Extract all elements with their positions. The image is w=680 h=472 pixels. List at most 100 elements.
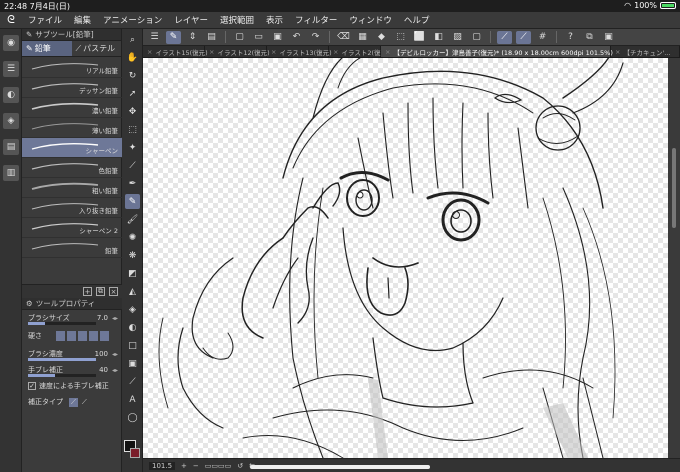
brush-item[interactable]: リアル鉛筆: [22, 58, 122, 78]
drawing-canvas[interactable]: [143, 58, 668, 458]
menu-file[interactable]: ファイル: [22, 14, 68, 26]
correction-type-row[interactable]: 補正タイプ ⟋ ⟋: [22, 394, 122, 410]
menu-animation[interactable]: アニメーション: [97, 14, 168, 26]
eraser-icon[interactable]: ◩: [125, 266, 140, 281]
menu-edit[interactable]: 編集: [68, 14, 97, 26]
eyedropper-icon[interactable]: ⟋: [125, 158, 140, 173]
undo-icon[interactable]: ↶: [289, 31, 304, 44]
fill-icon[interactable]: ◈: [125, 302, 140, 317]
brush-item[interactable]: 入り抜き鉛筆: [22, 198, 122, 218]
selection-icon[interactable]: ⬚: [125, 122, 140, 137]
material-icon[interactable]: ◈: [3, 113, 19, 129]
zoom-value[interactable]: 101.5: [149, 461, 176, 470]
menu-lines-icon[interactable]: ☰: [147, 31, 162, 44]
ruler-icon[interactable]: ⟋: [125, 374, 140, 389]
copy-subtool-icon[interactable]: ⧉: [96, 287, 105, 296]
doc-tab-active[interactable]: × 【デビルロッカー】津島善子(復元)* (18.90 x 18.00cm 600…: [381, 46, 613, 57]
delete-icon[interactable]: ▦: [355, 31, 370, 44]
menu-filter[interactable]: フィルター: [289, 14, 343, 26]
add-subtool-icon[interactable]: +: [83, 287, 92, 296]
navigator-icon[interactable]: ◐: [3, 87, 19, 103]
rotate-icon[interactable]: ↻: [125, 68, 140, 83]
brush-item[interactable]: 鉛筆: [22, 238, 122, 258]
close-icon[interactable]: ×: [147, 48, 152, 56]
decoration-icon[interactable]: ❋: [125, 248, 140, 263]
balloon-icon[interactable]: ◯: [125, 410, 140, 425]
figure-icon[interactable]: □: [125, 338, 140, 353]
close-icon[interactable]: ×: [271, 48, 276, 56]
brush-item-selected[interactable]: シャーペン: [22, 138, 122, 158]
menu-view[interactable]: 表示: [260, 14, 289, 26]
tab-pastel[interactable]: ⟋ パステル: [71, 41, 121, 56]
brush-icon[interactable]: 🖌: [125, 212, 140, 227]
vertical-scrollbar[interactable]: [668, 58, 680, 458]
hardness-swatches[interactable]: [56, 331, 109, 341]
tab-pencil[interactable]: ✎ 鉛筆: [22, 41, 72, 56]
stabilizer-row[interactable]: 手ブレ補正 40 ◂▸: [22, 362, 122, 378]
sub-color-swatch[interactable]: [130, 448, 140, 458]
menu-help[interactable]: ヘルプ: [398, 14, 436, 26]
correction-type-icon[interactable]: ⟋: [69, 397, 78, 407]
new-file-icon[interactable]: ▢: [232, 31, 247, 44]
blend-icon[interactable]: ◭: [125, 284, 140, 299]
layer-panel-icon[interactable]: ▤: [204, 31, 219, 44]
speed-correction-row[interactable]: ✓ 速度による手ブレ補正: [22, 378, 122, 394]
brush-mode-icon[interactable]: ✎: [166, 30, 181, 44]
brush-item[interactable]: 粗い鉛筆: [22, 178, 122, 198]
brush-item[interactable]: 薄い鉛筆: [22, 118, 122, 138]
doc-tab[interactable]: × イラスト13(復元): [267, 46, 332, 57]
app-logo-icon[interactable]: ᘓ: [0, 13, 22, 27]
scroll-thumb[interactable]: [672, 148, 676, 228]
density-slider[interactable]: [28, 358, 96, 361]
brush-size-row[interactable]: ブラシサイズ 7.0 ◂▸: [22, 310, 122, 326]
close-icon[interactable]: ×: [209, 48, 214, 56]
zoom-out-icon[interactable]: −: [193, 462, 199, 470]
zoom-icon[interactable]: ⌕: [125, 32, 140, 47]
invert-selection-icon[interactable]: ◧: [431, 31, 446, 44]
operation-icon[interactable]: ➚: [125, 86, 140, 101]
stabilizer-slider[interactable]: [28, 374, 96, 377]
select-all-icon[interactable]: ▨: [450, 31, 465, 44]
camera-icon[interactable]: ◉: [3, 35, 19, 51]
menu-layer[interactable]: レイヤー: [168, 14, 214, 26]
brush-item[interactable]: 濃い鉛筆: [22, 98, 122, 118]
help-icon[interactable]: ?: [563, 31, 578, 44]
snap-grid-icon[interactable]: #: [535, 31, 550, 44]
snap-special-ruler-icon[interactable]: ⟋: [516, 30, 531, 44]
brush-item[interactable]: デッサン鉛筆: [22, 78, 122, 98]
redo-icon[interactable]: ↷: [308, 31, 323, 44]
delete-subtool-icon[interactable]: ×: [109, 287, 118, 296]
stepper-icon[interactable]: ◂▸: [112, 315, 118, 322]
history-icon[interactable]: ▤: [3, 139, 19, 155]
checkbox-checked-icon[interactable]: ✓: [28, 382, 36, 390]
correction-type-icon[interactable]: ⟋: [80, 398, 89, 407]
close-icon[interactable]: ×: [615, 48, 620, 56]
doc-tab[interactable]: × 【チカキュン'...: [611, 46, 680, 57]
close-icon[interactable]: ×: [385, 48, 390, 56]
text-icon[interactable]: A: [125, 392, 140, 407]
brush-size-slider[interactable]: [28, 322, 96, 325]
transform-icon[interactable]: ⬚: [393, 31, 408, 44]
close-icon[interactable]: ×: [333, 48, 338, 56]
doc-tab[interactable]: × イラスト2(復元): [329, 46, 390, 57]
rotate-reset-icon[interactable]: ↺: [237, 462, 243, 470]
info-icon[interactable]: ▥: [3, 165, 19, 181]
move-layer-icon[interactable]: ✥: [125, 104, 140, 119]
hand-icon[interactable]: ✋: [125, 50, 140, 65]
frame-icon[interactable]: ▣: [125, 356, 140, 371]
layers-list-icon[interactable]: ☰: [3, 61, 19, 77]
zoom-in-icon[interactable]: +: [181, 462, 187, 470]
panel-toggle-icon[interactable]: ▣: [601, 31, 616, 44]
menu-selection[interactable]: 選択範囲: [214, 14, 260, 26]
stepper-icon[interactable]: ◂▸: [112, 351, 118, 358]
brush-item[interactable]: シャーペン 2: [22, 218, 122, 238]
open-folder-icon[interactable]: ▭: [251, 31, 266, 44]
auto-select-icon[interactable]: ✦: [125, 140, 140, 155]
clear-icon[interactable]: ⌫: [336, 31, 351, 44]
layer-copy-icon[interactable]: ⧉: [582, 31, 597, 44]
doc-tab[interactable]: × イラスト12(復元): [205, 46, 270, 57]
fill-area-icon[interactable]: ◆: [374, 31, 389, 44]
gradient-icon[interactable]: ◐: [125, 320, 140, 335]
selection-border-icon[interactable]: ▢: [469, 31, 484, 44]
airbrush-icon[interactable]: ✺: [125, 230, 140, 245]
